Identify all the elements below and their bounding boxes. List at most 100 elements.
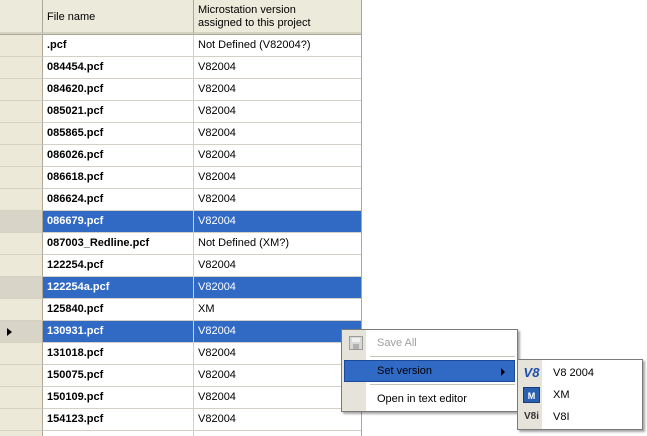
row-header[interactable] <box>0 189 43 211</box>
row-header[interactable] <box>0 387 43 409</box>
menu-item-open-in-text-editor[interactable]: Open in text editor <box>344 388 515 410</box>
cell-file-name[interactable]: 086618.pcf <box>43 167 194 189</box>
cell-version[interactable]: V82004 <box>194 167 362 189</box>
table-row[interactable]: 150109.pcf V82004 <box>0 387 362 409</box>
cell-version[interactable]: V82004 <box>194 57 362 79</box>
row-header[interactable] <box>0 167 43 189</box>
cell-file-name[interactable]: 087003_Redline.pcf <box>43 233 194 255</box>
menu-item-save-all-label: Save All <box>377 337 417 349</box>
cell-version[interactable]: Not Defined (V82004?) <box>194 35 362 57</box>
cell-file-name[interactable] <box>43 431 194 436</box>
table-row[interactable] <box>0 431 362 436</box>
cell-version[interactable]: V82004 <box>194 101 362 123</box>
cell-file-name[interactable]: 150075.pcf <box>43 365 194 387</box>
cell-version[interactable]: V82004 <box>194 79 362 101</box>
cell-file-name[interactable]: 084454.pcf <box>43 57 194 79</box>
row-header[interactable] <box>0 57 43 79</box>
table-row[interactable]: 122254.pcf V82004 <box>0 255 362 277</box>
cell-version[interactable]: V82004 <box>194 211 362 233</box>
table-row[interactable]: 150075.pcf V82004 <box>0 365 362 387</box>
cell-version[interactable]: V82004 <box>194 343 362 365</box>
cell-file-name[interactable]: 085865.pcf <box>43 123 194 145</box>
row-header[interactable] <box>0 35 43 57</box>
row-header[interactable] <box>0 123 43 145</box>
cell-version[interactable]: V82004 <box>194 255 362 277</box>
table-row[interactable]: 086624.pcf V82004 <box>0 189 362 211</box>
row-header[interactable] <box>0 233 43 255</box>
cell-version[interactable]: V82004 <box>194 365 362 387</box>
column-header-version[interactable]: Microstation version assigned to this pr… <box>194 0 362 34</box>
table-row[interactable]: 154123.pcf V82004 <box>0 409 362 431</box>
table-row[interactable]: 087003_Redline.pcf Not Defined (XM?) <box>0 233 362 255</box>
cell-file-name[interactable]: 154123.pcf <box>43 409 194 431</box>
cell-file-name[interactable]: 084620.pcf <box>43 79 194 101</box>
cell-file-name[interactable]: 122254a.pcf <box>43 277 194 299</box>
cell-version[interactable]: V82004 <box>194 123 362 145</box>
cell-file-name[interactable]: 125840.pcf <box>43 299 194 321</box>
row-header[interactable] <box>0 101 43 123</box>
submenu-item-v8i-label: V8I <box>553 411 570 423</box>
submenu-item-v8i[interactable]: V8i V8I <box>520 406 640 428</box>
table-row[interactable]: .pcf Not Defined (V82004?) <box>0 35 362 57</box>
table-row[interactable]: 086618.pcf V82004 <box>0 167 362 189</box>
menu-separator <box>370 384 515 385</box>
table-row[interactable]: 131018.pcf V82004 <box>0 343 362 365</box>
cell-version[interactable]: V82004 <box>194 409 362 431</box>
column-header-version-line2: assigned to this project <box>198 17 311 29</box>
cell-version[interactable]: Not Defined (XM?) <box>194 233 362 255</box>
cell-version[interactable] <box>194 431 362 436</box>
table-row[interactable]: 086026.pcf V82004 <box>0 145 362 167</box>
floppy-disk-icon <box>349 336 363 350</box>
row-header[interactable] <box>0 343 43 365</box>
version-submenu: V8 V8 2004 M XM V8i V8I <box>517 359 643 430</box>
cell-file-name[interactable]: .pcf <box>43 35 194 57</box>
pcf-grid: File name Microstation version assigned … <box>0 0 362 436</box>
table-row[interactable]: 122254a.pcf V82004 <box>0 277 362 299</box>
column-header-file-name-label: File name <box>47 11 96 23</box>
table-row[interactable]: 125840.pcf XM <box>0 299 362 321</box>
cell-version[interactable]: V82004 <box>194 277 362 299</box>
cell-version[interactable]: V82004 <box>194 145 362 167</box>
column-header-file-name[interactable]: File name <box>43 0 194 34</box>
xm-icon: M <box>523 387 540 403</box>
table-row[interactable]: 085021.pcf V82004 <box>0 101 362 123</box>
table-row[interactable]: 084454.pcf V82004 <box>0 57 362 79</box>
cell-file-name[interactable]: 086679.pcf <box>43 211 194 233</box>
cell-version[interactable]: XM <box>194 299 362 321</box>
table-row[interactable]: 084620.pcf V82004 <box>0 79 362 101</box>
table-row[interactable]: 086679.pcf V82004 <box>0 211 362 233</box>
row-header-corner[interactable] <box>0 0 43 34</box>
current-row-arrow-icon <box>7 328 12 336</box>
cell-file-name[interactable]: 131018.pcf <box>43 343 194 365</box>
row-header[interactable] <box>0 299 43 321</box>
menu-item-open-in-text-editor-label: Open in text editor <box>377 393 467 405</box>
row-header[interactable] <box>0 79 43 101</box>
cell-version[interactable]: V82004 <box>194 189 362 211</box>
cell-file-name[interactable]: 086624.pcf <box>43 189 194 211</box>
table-row[interactable]: 130931.pcf V82004 <box>0 321 362 343</box>
row-header[interactable] <box>0 277 43 299</box>
menu-item-set-version[interactable]: Set version <box>344 360 515 382</box>
cell-file-name[interactable]: 085021.pcf <box>43 101 194 123</box>
row-header[interactable] <box>0 365 43 387</box>
menu-item-set-version-label: Set version <box>377 365 433 377</box>
cell-file-name[interactable]: 086026.pcf <box>43 145 194 167</box>
cell-file-name[interactable]: 122254.pcf <box>43 255 194 277</box>
cell-version[interactable]: V82004 <box>194 387 362 409</box>
table-row[interactable]: 085865.pcf V82004 <box>0 123 362 145</box>
submenu-item-v8-2004[interactable]: V8 V8 2004 <box>520 362 640 384</box>
row-header[interactable] <box>0 211 43 233</box>
cell-file-name[interactable]: 130931.pcf <box>43 321 194 343</box>
cell-file-name[interactable]: 150109.pcf <box>43 387 194 409</box>
cell-version[interactable]: V82004 <box>194 321 362 343</box>
row-header[interactable] <box>0 321 43 343</box>
grid-header: File name Microstation version assigned … <box>0 0 362 35</box>
row-header[interactable] <box>0 431 43 436</box>
submenu-item-xm[interactable]: M XM <box>520 384 640 406</box>
row-header[interactable] <box>0 145 43 167</box>
row-header[interactable] <box>0 255 43 277</box>
v8i-icon: V8i <box>523 411 539 422</box>
row-header[interactable] <box>0 409 43 431</box>
menu-item-save-all[interactable]: Save All <box>344 332 515 354</box>
grid-rows: .pcf Not Defined (V82004?) 084454.pcf V8200… <box>0 35 362 436</box>
